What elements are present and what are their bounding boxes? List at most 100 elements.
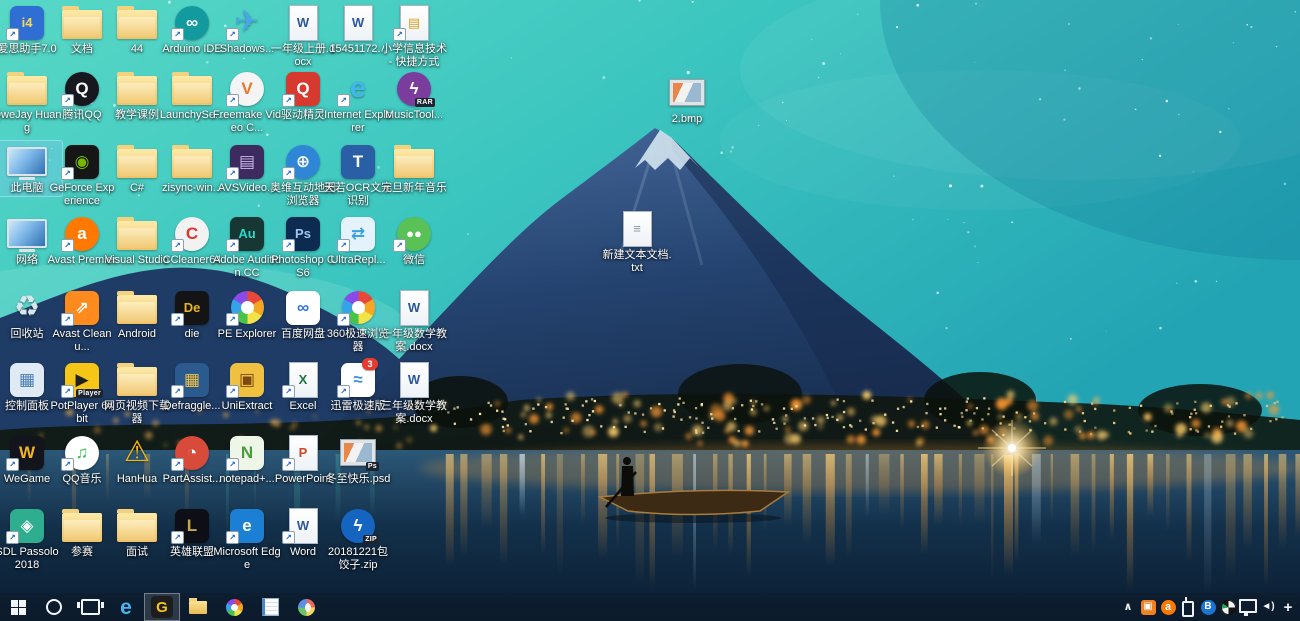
shortcut-arrow-icon: ↗ (61, 94, 74, 107)
shortcut-arrow-icon: ↗ (6, 458, 19, 471)
icon-hanhua-art: ⚠ (115, 434, 159, 471)
icon-lol-art: L↗ (170, 507, 214, 544)
shortcut-arrow-icon: ↗ (282, 94, 295, 107)
icon-ms-edge-art: e↗ (225, 507, 269, 544)
icon-notepadpp-art: N↗ (225, 434, 269, 471)
icon-folder-mianshi-art (115, 507, 159, 544)
tray-pen-input-icon-glyph: + (1284, 600, 1293, 615)
shortcut-arrow-icon: ↗ (337, 385, 350, 398)
icon-folder-docs-art (60, 4, 104, 41)
icon-qq-music-art: ♫↗ (60, 434, 104, 471)
shortcut-arrow-icon: ↗ (226, 313, 239, 326)
search-icon (46, 599, 62, 615)
icon-doc-math3[interactable]: W三年级数学教案.docx (379, 359, 449, 427)
task-view-button[interactable] (72, 593, 108, 621)
tray-pie-meter-icon[interactable] (1219, 593, 1237, 621)
search-button[interactable] (36, 593, 72, 621)
icon-folder-visual-studio-art (115, 215, 159, 252)
icon-musictool-rar[interactable]: ϟRARMusicTool... (379, 68, 449, 123)
desktop-icon-grid: i4↗爱思助手7.0文档44∞↗Arduino IDE✈↗Shadows...W… (0, 0, 1300, 621)
icon-powerpoint-art: P↗ (281, 434, 325, 471)
folder-icon (117, 76, 157, 105)
shortcut-arrow-icon: ↗ (61, 313, 74, 326)
icon-uniextract-art: ▣↗ (225, 361, 269, 398)
icon-xunlei-badge: 3 (362, 358, 378, 370)
icon-wechat[interactable]: ●●↗微信 (379, 213, 449, 268)
icon-recycle-bin-glyph: ♻ (10, 291, 44, 325)
monitor-icon (7, 219, 47, 248)
icon-baidu-pan-glyph: ∞ (286, 291, 320, 325)
desktop[interactable]: i4↗爱思助手7.0文档44∞↗Arduino IDE✈↗Shadows...W… (0, 0, 1300, 621)
tray-driver-app-icon[interactable]: ▣ (1139, 593, 1157, 621)
icon-doc-grade1-book-art: W (281, 4, 325, 41)
folder-icon (172, 76, 212, 105)
shortcut-arrow-icon: ↗ (393, 28, 406, 41)
tray-hidden-icons-chevron[interactable]: ∧ (1119, 593, 1137, 621)
notepad-icon (262, 598, 279, 616)
taskbar-edge-button[interactable]: e (108, 593, 144, 621)
icon-folder-webvideo-art (115, 361, 159, 398)
shortcut-arrow-icon: ↗ (226, 167, 239, 180)
windows-logo-icon (11, 600, 26, 615)
icon-freemake-art: V↗ (225, 70, 269, 107)
tray-volume-icon[interactable]: ◄) (1259, 593, 1277, 621)
shortcut-arrow-icon: ↗ (171, 458, 184, 471)
icon-doc-15451172-art: W (336, 4, 380, 41)
tray-usb-icon[interactable] (1179, 593, 1197, 621)
tray-pen-input-icon[interactable]: + (1279, 593, 1297, 621)
icon-shadowsocks-art: ✈↗ (225, 4, 269, 41)
icon-musictool-rar-label: MusicTool... (379, 109, 449, 122)
icon-txt-file[interactable]: ≡新建文本文档.txt (602, 208, 672, 276)
taskbar-360-browser-button[interactable] (216, 593, 252, 621)
icon-hanhua-glyph: ⚠ (120, 436, 154, 470)
icon-partassist-art: ◔↗ (170, 434, 214, 471)
tray-bluetooth-icon[interactable]: B (1199, 593, 1217, 621)
system-tray: ∧▣aB ◄) + (1118, 593, 1300, 621)
icon-folder-android-art (115, 289, 159, 326)
start-button[interactable] (0, 593, 36, 621)
taskbar-file-explorer-button[interactable] (180, 593, 216, 621)
taskbar-paint-button[interactable] (288, 593, 324, 621)
icon-doc-math1[interactable]: W一年级数学教案.docx (379, 287, 449, 355)
icon-folder-newyear-music[interactable]: 元旦新年音乐 (379, 141, 449, 196)
icon-doc-xiaoxue-it[interactable]: ▤↗小学信息技术 - 快捷方式 (379, 2, 449, 70)
icon-this-pc-art (5, 143, 49, 180)
icon-psd-file[interactable]: Ps冬至快乐.psd (323, 432, 393, 487)
shortcut-arrow-icon: ↗ (226, 239, 239, 252)
icon-zip-file[interactable]: ϟZIP20181221包饺子.zip (323, 505, 393, 573)
taskbar-g-app-button-icon: G (151, 596, 173, 618)
icon-bmp-file[interactable]: 2.bmp (652, 72, 722, 127)
shortcut-arrow-icon: ↗ (337, 239, 350, 252)
shortcut-arrow-icon: ↗ (171, 531, 184, 544)
shortcut-arrow-icon: ↗ (226, 385, 239, 398)
icon-network-art (5, 215, 49, 252)
monitor-stand (19, 177, 35, 180)
icon-doc-xiaoxue-it-label: 小学信息技术 - 快捷方式 (379, 43, 449, 69)
document-icon: W (289, 5, 318, 41)
taskbar-notepad-button[interactable] (252, 593, 288, 621)
shortcut-arrow-icon: ↗ (282, 531, 295, 544)
icon-control-panel-art: ▦ (5, 361, 49, 398)
tray-avast-icon[interactable]: a (1159, 593, 1177, 621)
icon-txt-file-label: 新建文本文档.txt (602, 249, 672, 275)
shortcut-arrow-icon: ↗ (171, 313, 184, 326)
icon-folder-newyear-music-art (392, 143, 436, 180)
icon-folder-jiaoxue-art (115, 70, 159, 107)
icon-ccleaner-art: C↗ (170, 215, 214, 252)
network-monitor-icon (1239, 599, 1257, 613)
icon-audition-art: Au↗ (225, 215, 269, 252)
icon-geforce-art: ◉↗ (60, 143, 104, 180)
shortcut-arrow-icon: ↗ (171, 385, 184, 398)
icon-pe-explorer-art: ↗ (225, 289, 269, 326)
icon-doc-math1-label: 一年级数学教案.docx (379, 328, 449, 354)
taskbar-g-app-button[interactable]: G (144, 593, 180, 621)
shortcut-arrow-icon: ↗ (61, 167, 74, 180)
icon-xunlei-art: ≈↗3 (336, 361, 380, 398)
icon-qudong-jingling-art: Q↗ (281, 70, 325, 107)
icon-zip-file-label: 20181221包饺子.zip (323, 546, 393, 572)
document-icon: W (344, 5, 373, 41)
icon-sdl-passolo-art: ◈↗ (5, 507, 49, 544)
document-icon: W (400, 290, 429, 326)
tray-network-icon[interactable] (1239, 593, 1257, 621)
icon-tianruo-ocr-glyph: T (341, 145, 375, 179)
